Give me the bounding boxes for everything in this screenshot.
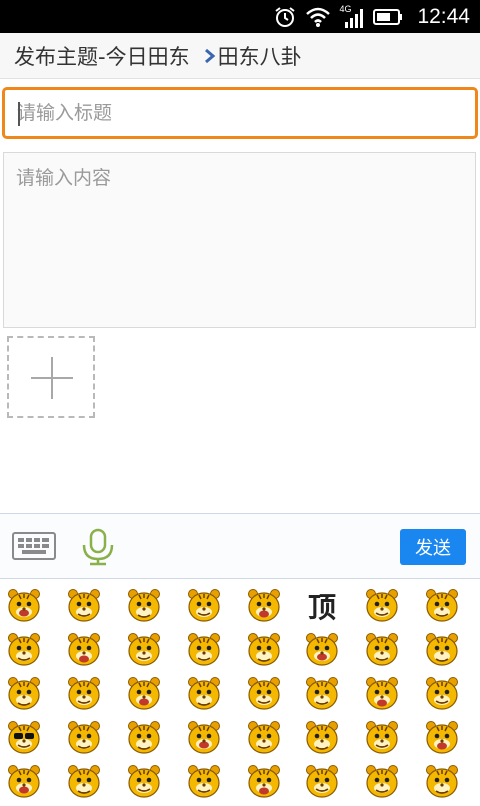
emoji-tiger-icon[interactable] bbox=[64, 718, 104, 758]
title-bar: 发布主题-今日田东 田东八卦 bbox=[0, 33, 480, 79]
emoji-tiger-icon[interactable] bbox=[244, 762, 284, 802]
emoji-tiger-icon[interactable] bbox=[362, 586, 402, 626]
content-input[interactable] bbox=[4, 153, 475, 327]
emoji-tiger-icon[interactable] bbox=[302, 674, 342, 714]
emoji-tiger-icon[interactable] bbox=[422, 630, 462, 670]
emoji-tiger-icon[interactable] bbox=[302, 762, 342, 802]
emoji-tiger-icon[interactable] bbox=[4, 630, 44, 670]
emoji-panel: 顶 bbox=[0, 580, 480, 800]
status-bar: 4G 12:44 bbox=[0, 0, 480, 33]
emoji-tiger-icon[interactable] bbox=[184, 630, 224, 670]
emoji-tiger-icon[interactable] bbox=[244, 674, 284, 714]
alarm-icon bbox=[273, 5, 297, 29]
emoji-tiger-icon[interactable] bbox=[302, 630, 342, 670]
emoji-tiger-icon[interactable] bbox=[362, 674, 402, 714]
emoji-tiger-icon[interactable] bbox=[124, 718, 164, 758]
emoji-tiger-icon[interactable] bbox=[4, 674, 44, 714]
emoji-tiger-icon[interactable] bbox=[184, 586, 224, 626]
emoji-tiger-icon[interactable] bbox=[244, 630, 284, 670]
emoji-tiger-icon[interactable] bbox=[184, 718, 224, 758]
emoji-tiger-icon[interactable] bbox=[422, 718, 462, 758]
emoji-tiger-icon[interactable] bbox=[124, 674, 164, 714]
emoji-tiger-icon[interactable] bbox=[244, 586, 284, 626]
emoji-tiger-icon[interactable] bbox=[124, 762, 164, 802]
page-title: 发布主题-今日田东 bbox=[14, 44, 190, 69]
content-input-wrapper bbox=[3, 152, 476, 328]
emoji-tiger-icon[interactable] bbox=[64, 674, 104, 714]
emoji-tiger-icon[interactable] bbox=[64, 630, 104, 670]
emoji-tiger-icon[interactable] bbox=[362, 630, 402, 670]
chevron-right-icon bbox=[204, 48, 216, 64]
title-input[interactable] bbox=[5, 90, 475, 136]
battery-icon bbox=[373, 7, 403, 27]
signal-icon: 4G bbox=[339, 4, 365, 29]
emoji-tiger-icon[interactable] bbox=[422, 586, 462, 626]
add-image-button[interactable] bbox=[7, 336, 95, 418]
text-cursor bbox=[18, 102, 20, 126]
emoji-tiger-icon[interactable] bbox=[124, 586, 164, 626]
keyboard-icon[interactable] bbox=[12, 532, 56, 564]
emoji-tiger-icon[interactable] bbox=[302, 718, 342, 758]
emoji-tiger-icon[interactable] bbox=[362, 762, 402, 802]
wifi-icon bbox=[305, 6, 331, 28]
microphone-icon[interactable] bbox=[80, 528, 116, 570]
emoji-tiger-icon[interactable] bbox=[244, 718, 284, 758]
svg-text:顶: 顶 bbox=[308, 591, 336, 624]
emoji-tiger-icon[interactable] bbox=[422, 762, 462, 802]
forum-name[interactable]: 田东八卦 bbox=[218, 41, 302, 71]
input-toolbar: 发送 bbox=[0, 513, 480, 579]
emoji-tiger-icon[interactable] bbox=[184, 674, 224, 714]
send-button[interactable]: 发送 bbox=[400, 529, 466, 565]
emoji-tiger-icon[interactable] bbox=[4, 586, 44, 626]
emoji-tiger-icon[interactable] bbox=[422, 674, 462, 714]
emoji-tiger-icon[interactable] bbox=[4, 762, 44, 802]
emoji-tiger-icon[interactable] bbox=[362, 718, 402, 758]
emoji-tiger-icon[interactable] bbox=[64, 586, 104, 626]
emoji-tiger-icon[interactable] bbox=[4, 718, 44, 758]
emoji-tiger-icon[interactable] bbox=[64, 762, 104, 802]
emoji-tiger-icon[interactable] bbox=[184, 762, 224, 802]
emoji-ding-text[interactable]: 顶 bbox=[302, 586, 342, 626]
clock: 12:44 bbox=[417, 4, 470, 28]
emoji-tiger-icon[interactable] bbox=[124, 630, 164, 670]
title-input-wrapper bbox=[2, 87, 478, 139]
